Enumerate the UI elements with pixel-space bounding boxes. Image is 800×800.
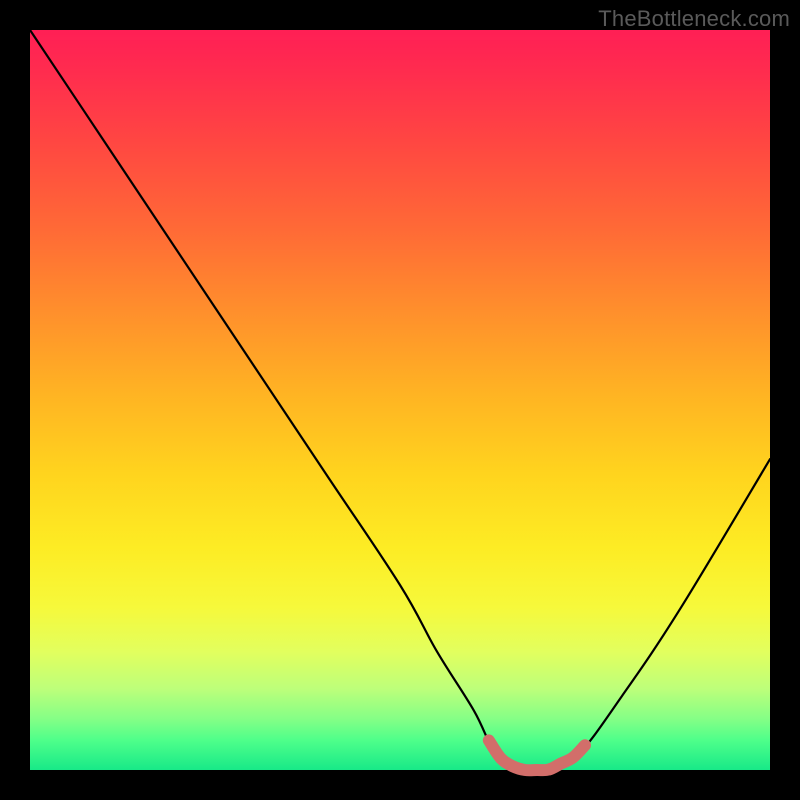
marker-segment bbox=[489, 740, 585, 770]
plot-area bbox=[30, 30, 770, 770]
watermark-text: TheBottleneck.com bbox=[598, 6, 790, 32]
curve-layer bbox=[30, 30, 770, 770]
chart-frame: TheBottleneck.com bbox=[0, 0, 800, 800]
bottleneck-curve-path bbox=[30, 30, 770, 772]
